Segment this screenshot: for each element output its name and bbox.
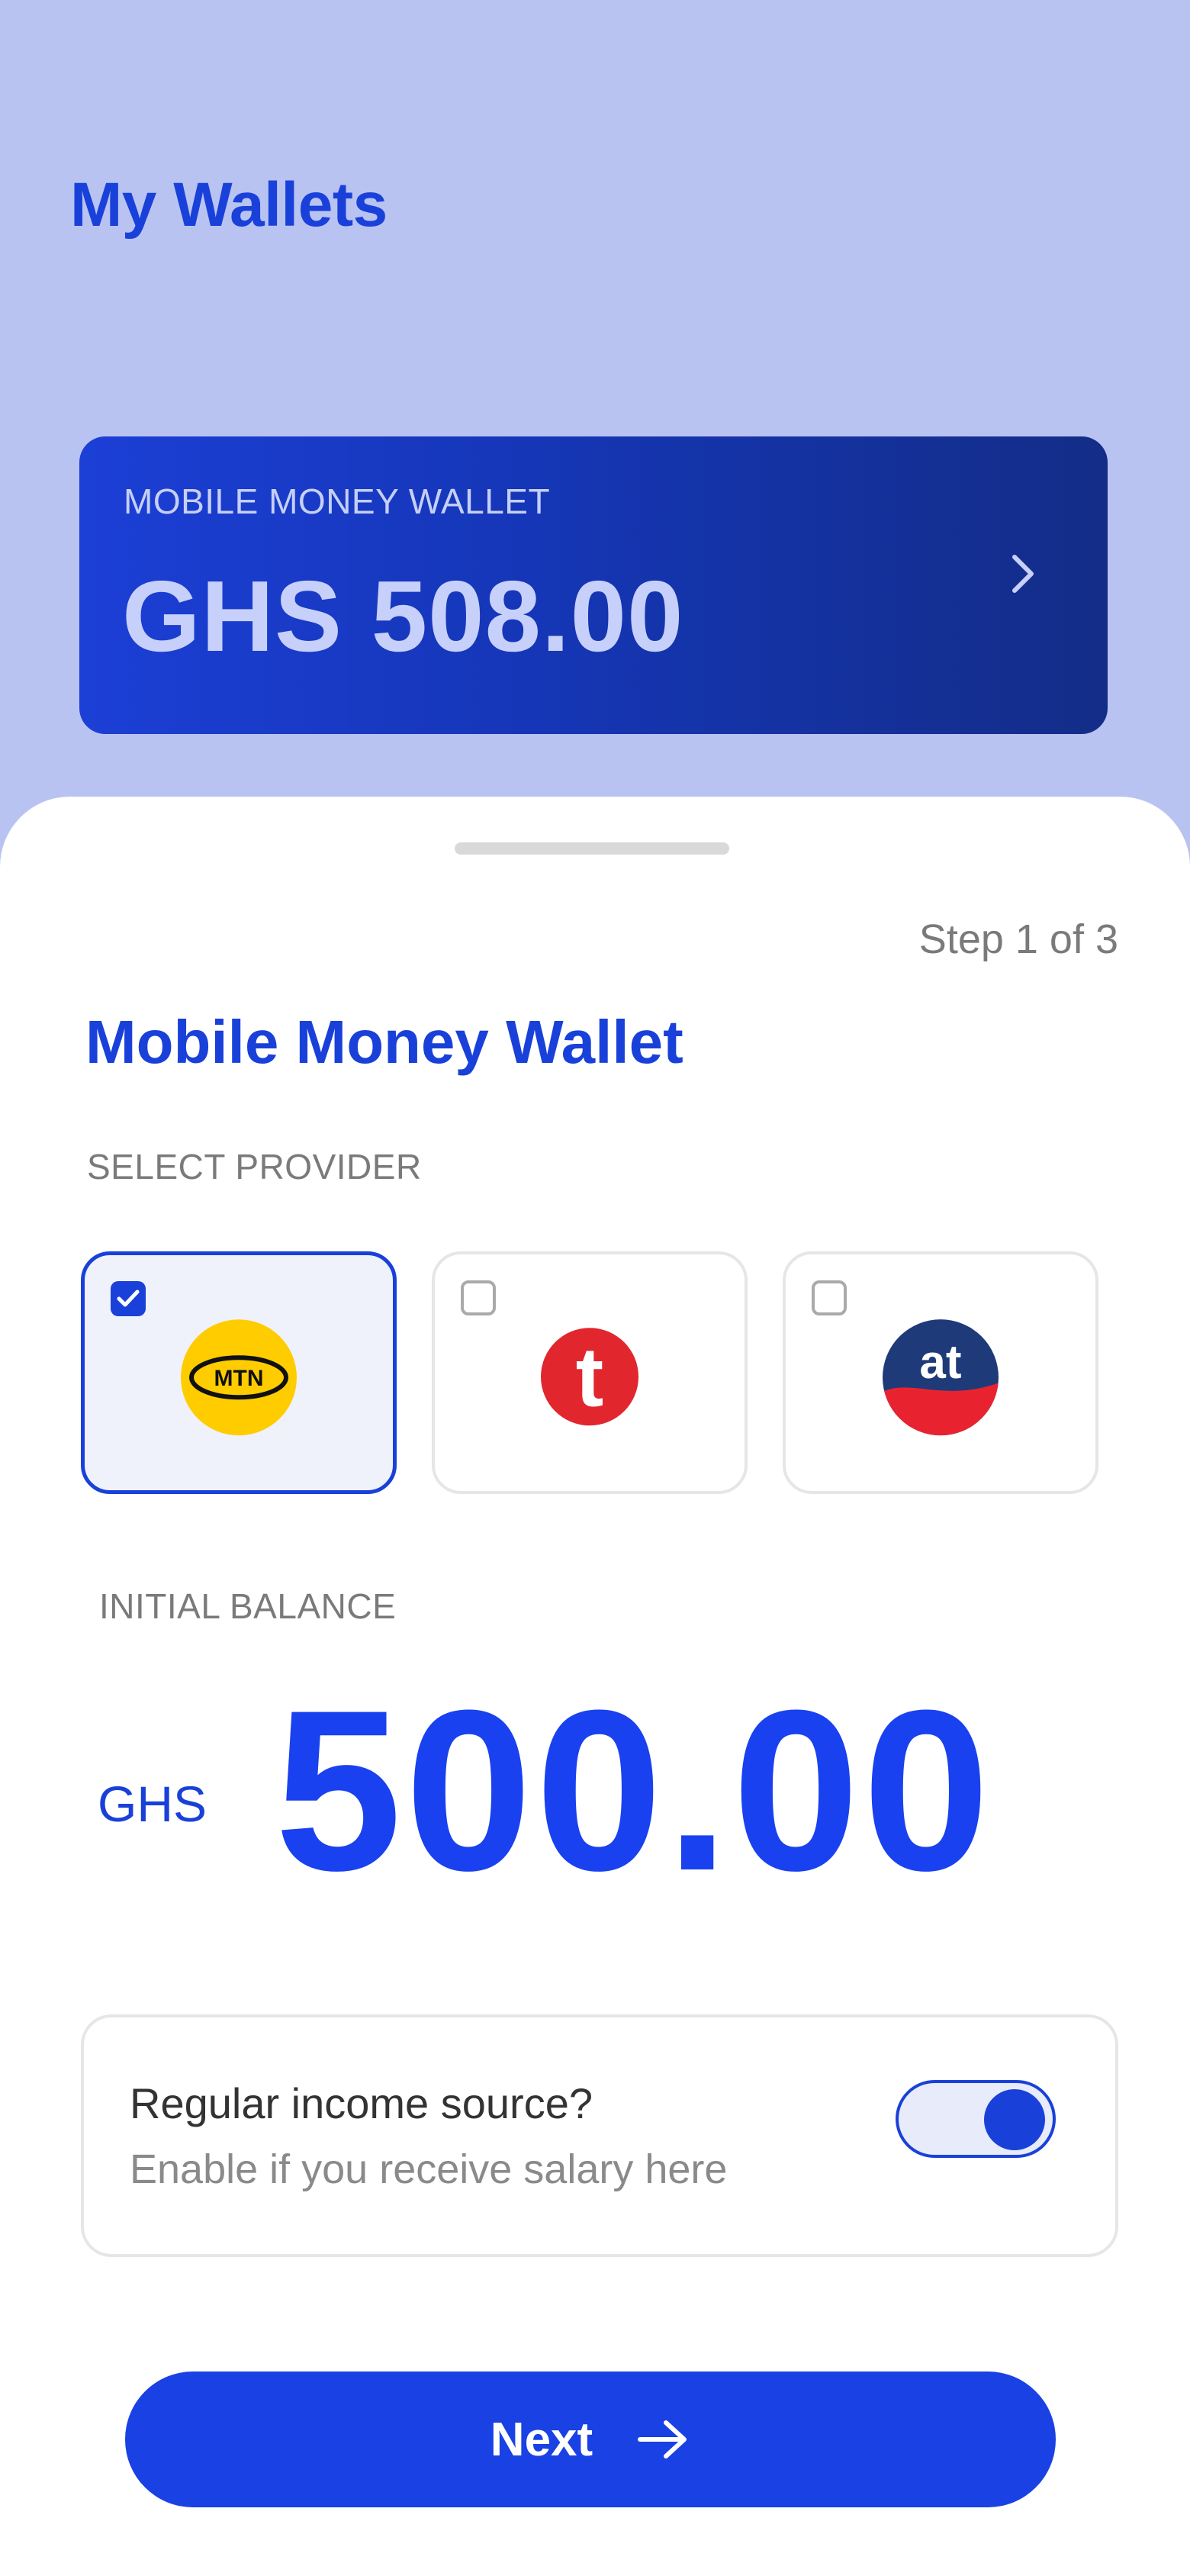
provider-checkbox-mtn[interactable]	[111, 1281, 146, 1316]
mtn-logo-text: MTN	[214, 1366, 264, 1391]
sheet-drag-handle[interactable]	[455, 842, 729, 855]
add-wallet-sheet: Step 1 of 3 Mobile Money Wallet SELECT P…	[0, 797, 1190, 2576]
mtn-logo-icon: MTN	[181, 1319, 297, 1436]
chevron-right-icon	[1012, 555, 1034, 593]
page-title: My Wallets	[70, 170, 388, 240]
provider-option-mtn[interactable]: MTN	[81, 1251, 397, 1494]
step-indicator: Step 1 of 3	[918, 916, 1118, 962]
next-button-label: Next	[490, 2413, 593, 2466]
toggle-knob	[984, 2089, 1045, 2150]
provider-option-telecel[interactable]: t	[432, 1251, 748, 1494]
mobile-money-wallet-card[interactable]: MOBILE MONEY WALLET GHS 508.00	[79, 436, 1108, 734]
check-icon	[117, 1290, 140, 1307]
sheet-title: Mobile Money Wallet	[85, 1008, 683, 1076]
airteltigo-logo-text: at	[919, 1336, 961, 1389]
income-source-toggle[interactable]	[896, 2080, 1056, 2158]
wallet-card-balance: GHS 508.00	[122, 560, 684, 672]
telecel-logo-text: t	[576, 1330, 604, 1424]
income-source-title: Regular income source?	[130, 2079, 593, 2127]
provider-checkbox-airteltigo[interactable]	[812, 1280, 847, 1315]
income-source-card: Regular income source? Enable if you rec…	[81, 2014, 1118, 2257]
wallet-card-label: MOBILE MONEY WALLET	[124, 481, 551, 521]
provider-checkbox-telecel[interactable]	[461, 1280, 496, 1315]
initial-balance-label: INITIAL BALANCE	[99, 1586, 397, 1626]
next-button[interactable]: Next	[125, 2372, 1056, 2507]
initial-balance-amount[interactable]: 500.00	[275, 1676, 993, 1905]
provider-option-airteltigo[interactable]: at	[783, 1251, 1098, 1494]
screen: My Wallets MOBILE MONEY WALLET GHS 508.0…	[0, 0, 1190, 2576]
arrow-right-icon	[638, 2420, 687, 2458]
airteltigo-logo-icon: at	[883, 1319, 999, 1436]
currency-label: GHS	[98, 1776, 207, 1832]
income-source-subtitle: Enable if you receive salary here	[130, 2146, 728, 2192]
telecel-logo-icon: t	[541, 1328, 638, 1426]
select-provider-label: SELECT PROVIDER	[87, 1147, 422, 1187]
